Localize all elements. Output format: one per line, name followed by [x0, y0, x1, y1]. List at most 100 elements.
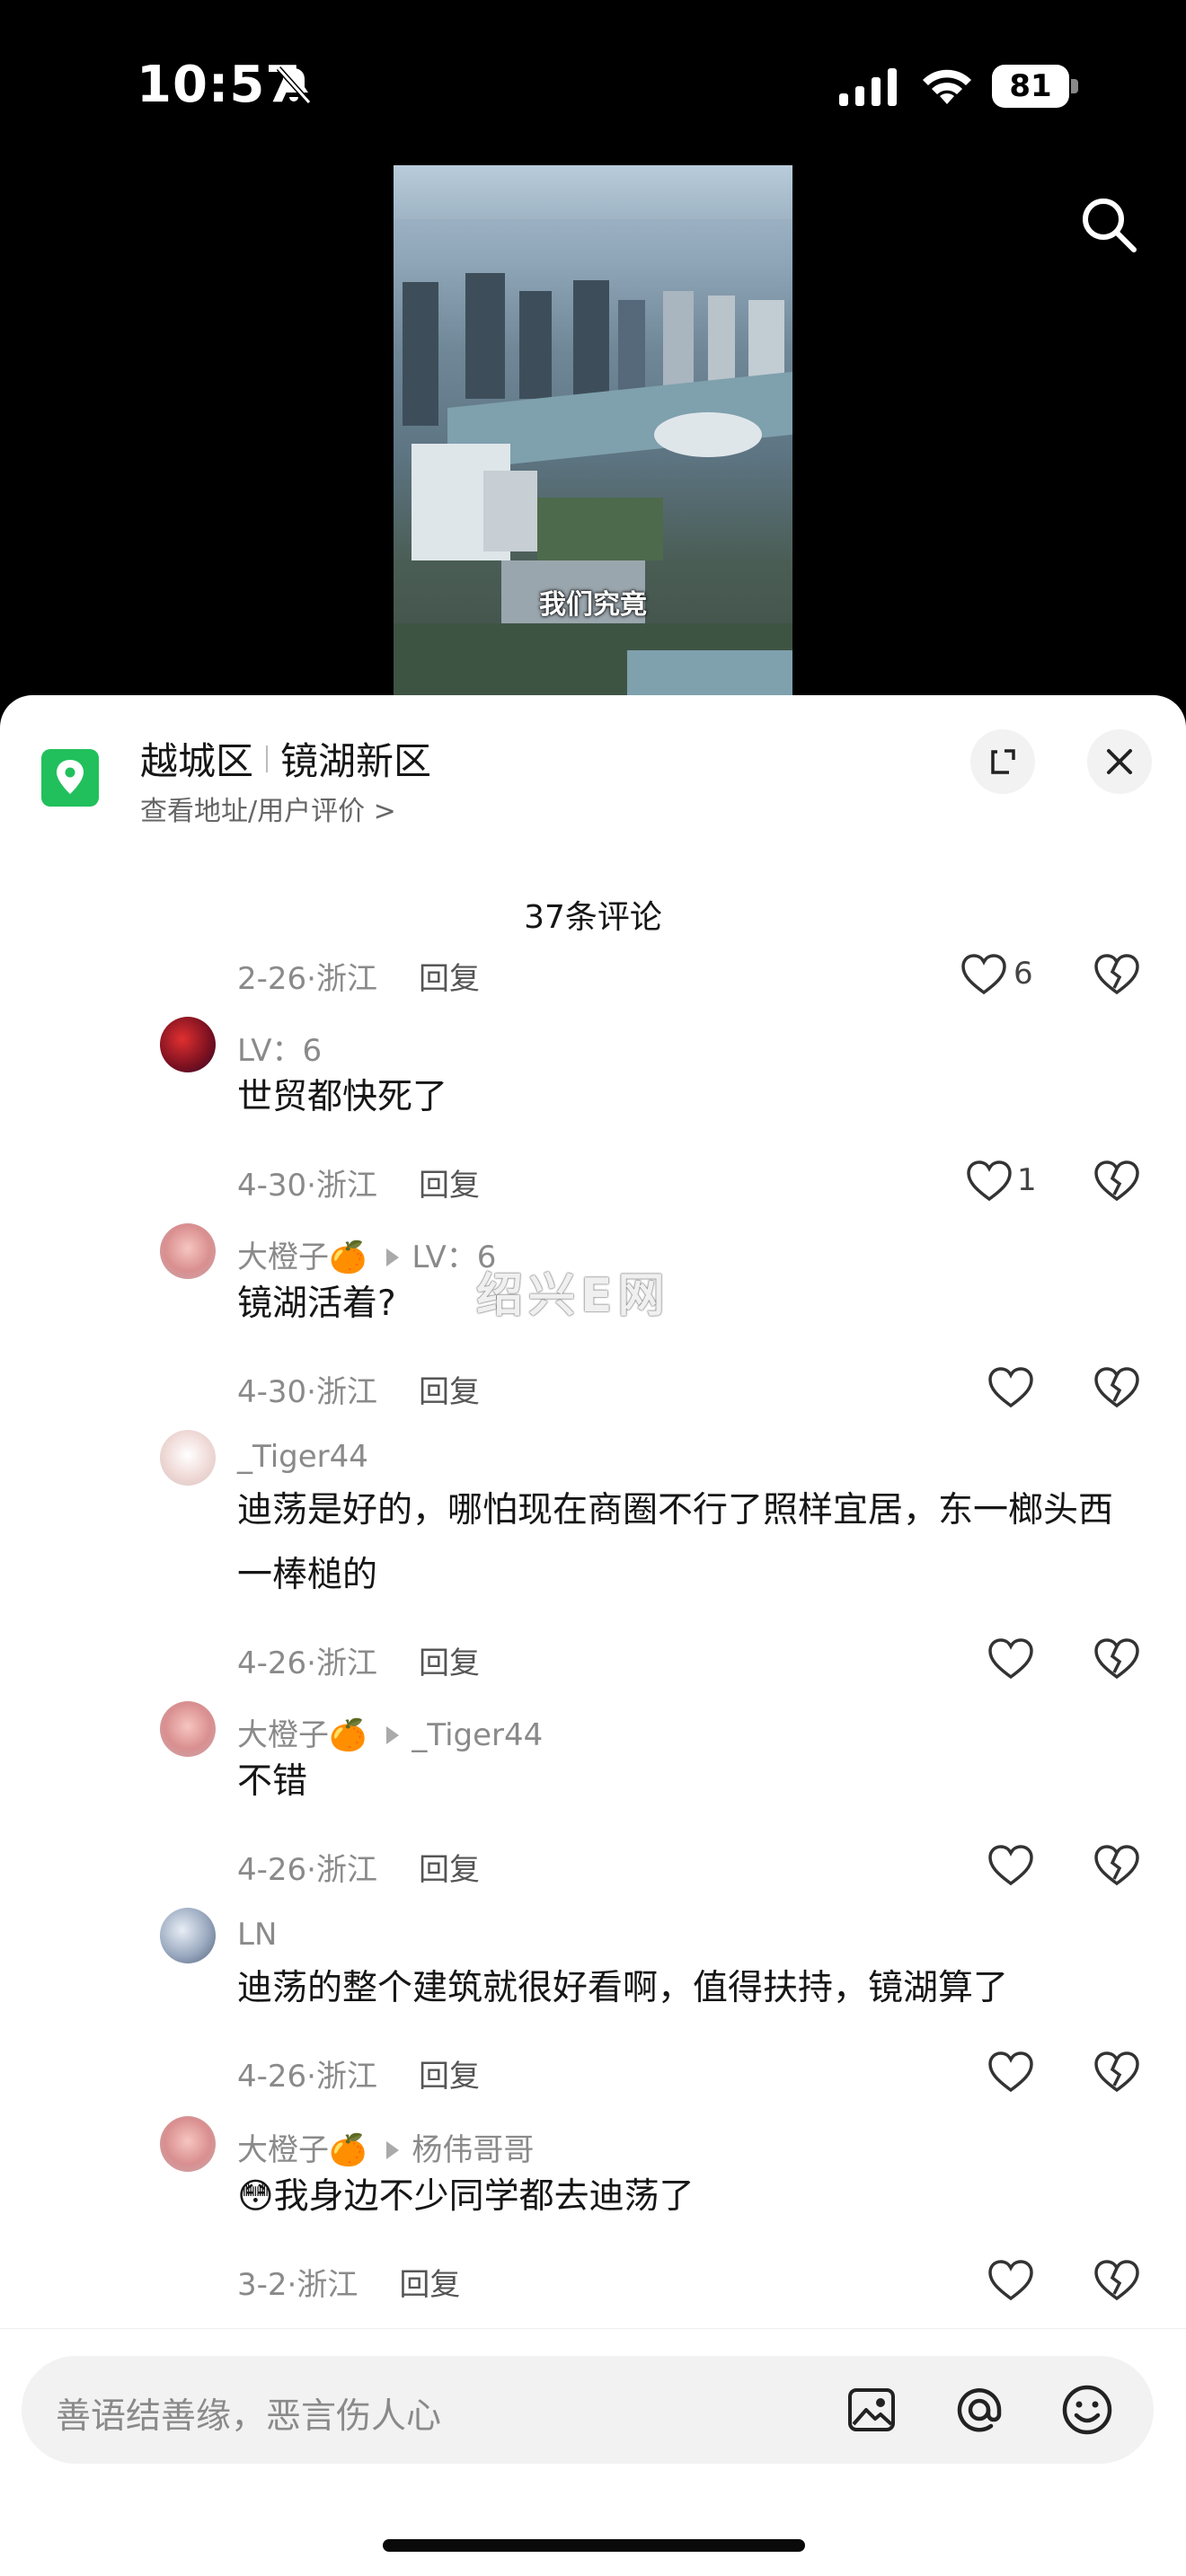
reply-to-username[interactable]: 杨伟哥哥 — [412, 2132, 534, 2168]
video-stadium — [654, 412, 762, 457]
comment-meta: 4-26·浙江 回复 — [237, 2051, 480, 2095]
at-icon[interactable] — [952, 2383, 1006, 2437]
comment-text: 世贸都快死了 — [237, 1077, 448, 1117]
location-area: 镜湖新区 — [280, 739, 432, 783]
reply-button[interactable]: 回复 — [419, 1645, 480, 1681]
avatar[interactable] — [160, 1430, 216, 1486]
heart-icon[interactable] — [960, 952, 1008, 997]
comment-username[interactable]: 大橙子🍊 — [237, 2132, 367, 2168]
comment-username[interactable]: LV：6 — [237, 1026, 322, 1070]
video-building — [748, 300, 784, 381]
comment-input-placeholder: 善语结善缘，恶言伤人心 — [56, 2396, 442, 2437]
reply-button[interactable]: 回复 — [419, 1374, 480, 1410]
video-building — [403, 282, 438, 426]
close-button[interactable] — [1087, 729, 1152, 794]
comment-input-bar: 善语结善缘，恶言伤人心 — [0, 2328, 1186, 2576]
comment-meta: 2-26·浙江 回复 — [237, 954, 480, 998]
heart-icon[interactable] — [987, 2258, 1035, 2303]
video-building — [708, 296, 735, 385]
broken-heart-icon[interactable] — [1093, 2050, 1141, 2095]
comment-text: 迪荡是好的，哪怕现在商圈不行了照样宜居，东一榔头西一棒槌的 — [237, 1490, 1114, 1595]
broken-heart-icon[interactable] — [1093, 1843, 1141, 1888]
comment-text: 不错 — [237, 1761, 308, 1802]
battery-level: 81 — [992, 65, 1069, 108]
comment-input[interactable]: 善语结善缘，恶言伤人心 — [22, 2356, 1154, 2464]
battery-icon: 81 — [992, 65, 1078, 108]
comment-username[interactable]: _Tiger44 — [237, 1439, 368, 1475]
like-count: 6 — [1013, 956, 1033, 992]
home-indicator[interactable] — [383, 2539, 805, 2552]
comment-meta: 4-30·浙江 回复 — [237, 1160, 480, 1204]
expand-button[interactable] — [970, 729, 1035, 794]
emoji-icon[interactable] — [1060, 2383, 1114, 2437]
like-count: 1 — [1017, 1162, 1037, 1198]
avatar[interactable] — [160, 1701, 216, 1757]
broken-heart-icon[interactable] — [1093, 1365, 1141, 1410]
reply-button[interactable]: 回复 — [419, 1852, 480, 1888]
video-building — [663, 291, 694, 390]
reply-arrow-icon — [386, 1726, 400, 1744]
reply-button[interactable]: 回复 — [419, 1168, 480, 1204]
comment-meta: 4-26·浙江 回复 — [237, 1638, 480, 1682]
comment-text: 镜湖活着? — [237, 1284, 396, 1324]
comment-username[interactable]: LN — [237, 1917, 277, 1953]
avatar[interactable] — [160, 1223, 216, 1279]
close-icon — [1107, 749, 1132, 774]
reply-button[interactable]: 回复 — [399, 2267, 460, 2303]
comment-date: 4-30·浙江 — [237, 1168, 377, 1204]
comment-date: 4-26·浙江 — [237, 1645, 377, 1681]
reply-arrow-icon — [386, 2141, 400, 2159]
reply-button[interactable]: 回复 — [419, 2059, 480, 2095]
heart-icon[interactable] — [965, 1159, 1013, 1204]
location-title[interactable]: 越城区 镜湖新区 — [140, 731, 431, 786]
reply-button[interactable]: 回复 — [419, 961, 480, 997]
video-building — [465, 273, 505, 399]
video-building — [618, 300, 645, 390]
broken-heart-icon[interactable] — [1093, 952, 1141, 997]
wifi-icon — [923, 69, 971, 104]
image-icon[interactable] — [845, 2383, 898, 2437]
bell-slash-icon — [276, 66, 312, 105]
heart-icon[interactable] — [987, 1843, 1035, 1888]
heart-icon[interactable] — [987, 1365, 1035, 1410]
comment-date: 4-26·浙江 — [237, 1852, 377, 1888]
search-icon[interactable] — [1076, 192, 1141, 257]
heart-icon[interactable] — [987, 1636, 1035, 1681]
comment-username-line: 大橙子🍊 _Tiger44 — [237, 1710, 543, 1754]
video-building — [483, 471, 537, 551]
avatar[interactable] — [160, 1908, 216, 1963]
broken-heart-icon[interactable] — [1093, 2258, 1141, 2303]
battery-cap — [1071, 79, 1078, 93]
watermark: 绍兴E网 — [476, 1269, 670, 1323]
avatar[interactable] — [160, 1017, 216, 1072]
reply-to-username[interactable]: _Tiger44 — [412, 1717, 543, 1753]
comment-date: 4-26·浙江 — [237, 2059, 377, 2095]
video-caption: 我们究竟 — [539, 589, 647, 621]
comment-meta: 3-2·浙江 回复 — [237, 2260, 460, 2304]
reply-arrow-icon — [386, 1248, 400, 1266]
signal-icon — [839, 68, 897, 106]
heart-icon[interactable] — [987, 2050, 1035, 2095]
broken-heart-icon[interactable] — [1093, 1636, 1141, 1681]
location-separator — [266, 745, 269, 772]
status-bar: 10:57 81 — [0, 0, 1186, 162]
video-thumbnail[interactable]: 我们究竟 — [394, 165, 792, 695]
comment-username-line: 大橙子🍊 杨伟哥哥 — [237, 2125, 534, 2169]
video-park — [537, 498, 663, 560]
comment-text: 迪荡的整个建筑就很好看啊，值得扶持，镜湖算了 — [237, 1968, 1009, 2008]
avatar[interactable] — [160, 2116, 216, 2172]
comment-text: 😳我身边不少同学都去迪荡了 — [237, 2176, 695, 2217]
expand-icon — [991, 749, 1015, 774]
comment-date: 2-26·浙江 — [237, 961, 377, 997]
comment-meta: 4-26·浙江 回复 — [237, 1845, 480, 1889]
video-canal — [627, 650, 792, 695]
location-subtitle-link[interactable]: 查看地址/用户评价 > — [140, 789, 396, 828]
comment-username-line: 大橙子🍊 LV：6 — [237, 1232, 496, 1276]
comment-date: 3-2·浙江 — [237, 2267, 358, 2303]
comment-username[interactable]: 大橙子🍊 — [237, 1717, 367, 1753]
video-building — [519, 291, 552, 399]
video-sky — [394, 165, 792, 219]
broken-heart-icon[interactable] — [1093, 1159, 1141, 1204]
comment-username[interactable]: 大橙子🍊 — [237, 1239, 367, 1275]
video-building — [573, 280, 609, 397]
